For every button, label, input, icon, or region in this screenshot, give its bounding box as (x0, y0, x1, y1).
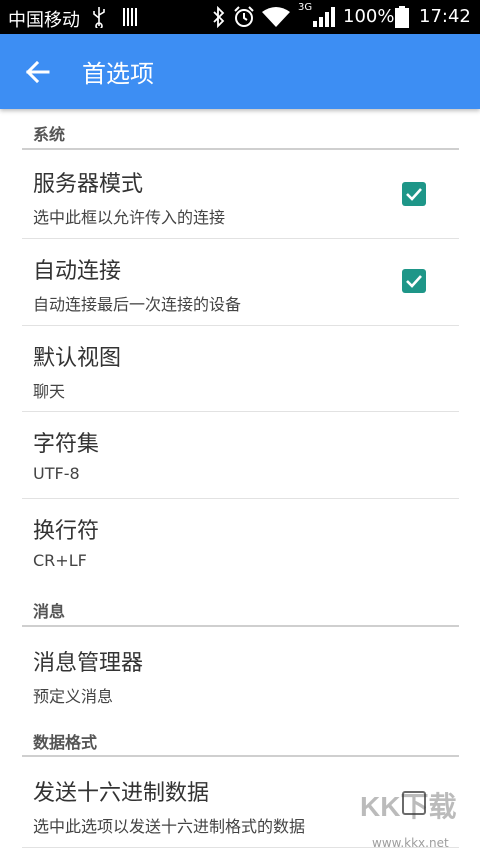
pref-server-mode[interactable]: 服务器模式 选中此框以允许传入的连接 (22, 152, 459, 238)
signal-icon (313, 7, 335, 27)
pref-subtitle: CR+LF (33, 551, 87, 570)
pref-title: 字符集 (33, 432, 100, 457)
section-divider (22, 625, 459, 627)
pref-title: 自动连接 (33, 259, 122, 284)
pref-title: 服务器模式 (33, 172, 144, 197)
pref-auto-connect[interactable]: 自动连接 自动连接最后一次连接的设备 (22, 239, 459, 325)
section-header-messages: 消息 (33, 602, 66, 621)
page-title: 首选项 (82, 60, 154, 88)
pref-default-view[interactable]: 默认视图 聊天 (22, 326, 459, 412)
usb-icon (93, 7, 105, 28)
pref-title: 发送十六进制数据 (33, 781, 210, 806)
watermark-logo: KK下载 (360, 791, 457, 822)
battery-icon (395, 6, 409, 28)
section-header-data-format: 数据格式 (33, 733, 98, 752)
clock: 17:42 (419, 6, 471, 27)
carrier-label: 中国移动 (8, 10, 80, 31)
pref-subtitle: 自动连接最后一次连接的设备 (33, 295, 242, 314)
pref-message-manager[interactable]: 消息管理器 预定义消息 (22, 631, 459, 717)
app-bar: 首选项 (0, 34, 480, 109)
server-mode-checkbox[interactable] (402, 182, 426, 206)
pref-title: 默认视图 (33, 346, 122, 371)
notification-icon (123, 8, 137, 26)
bluetooth-icon (213, 6, 225, 28)
pref-title: 消息管理器 (33, 651, 144, 676)
status-bar: 中国移动 3G 100% 17:42 (0, 0, 480, 34)
pref-charset[interactable]: 字符集 UTF-8 (22, 412, 459, 498)
pref-subtitle: 选中此框以允许传入的连接 (33, 208, 226, 227)
section-divider (22, 755, 459, 757)
wifi-icon (262, 7, 290, 27)
back-arrow-icon[interactable] (24, 58, 52, 86)
alarm-icon (234, 6, 254, 27)
preferences-list[interactable]: 系统 服务器模式 选中此框以允许传入的连接 自动连接 自动连接最后一次连接的设备… (0, 109, 480, 853)
watermark-url: www.kkx.net (372, 836, 449, 850)
pref-subtitle: UTF-8 (33, 464, 80, 483)
section-divider (22, 148, 459, 150)
battery-percent: 100% (343, 6, 395, 27)
pref-subtitle: 预定义消息 (33, 687, 114, 706)
pref-subtitle: 聊天 (33, 382, 66, 401)
pref-subtitle: 选中此选项以发送十六进制格式的数据 (33, 817, 306, 836)
network-type-label: 3G (298, 2, 313, 13)
auto-connect-checkbox[interactable] (402, 269, 426, 293)
pref-newline[interactable]: 换行符 CR+LF (22, 499, 459, 585)
section-header-system: 系统 (33, 125, 66, 144)
pref-title: 换行符 (33, 519, 100, 544)
